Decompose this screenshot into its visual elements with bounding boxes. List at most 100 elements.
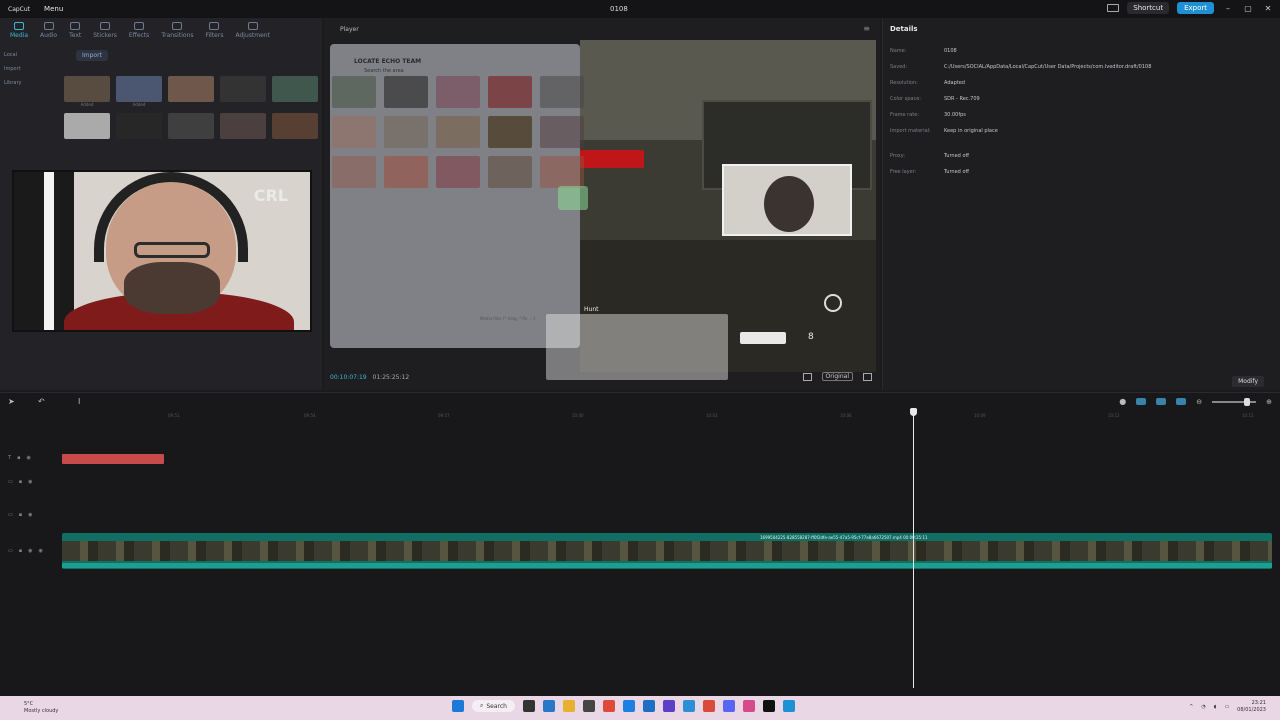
microphone-icon[interactable]: ●: [1119, 397, 1126, 406]
playhead[interactable]: [913, 408, 914, 688]
tab-filters[interactable]: Filters: [205, 22, 223, 40]
file-thumbnail[interactable]: [384, 76, 428, 108]
link-icon[interactable]: [1136, 398, 1147, 405]
onenote-icon[interactable]: [663, 700, 675, 712]
file-thumbnail[interactable]: [488, 116, 532, 148]
visibility-icon[interactable]: ◉: [28, 479, 32, 485]
tab-media[interactable]: Media: [10, 22, 28, 40]
video-clip[interactable]: [62, 533, 1272, 569]
menu-button[interactable]: Menu: [44, 5, 63, 13]
tab-label: Filters: [205, 32, 224, 39]
lock-icon[interactable]: ▪: [19, 548, 22, 554]
file-explorer-icon[interactable]: [563, 700, 575, 712]
maximize-icon[interactable]: ▢: [1242, 4, 1254, 13]
media-item[interactable]: [64, 113, 110, 139]
import-button[interactable]: Import: [76, 50, 108, 61]
close-icon[interactable]: ✕: [1262, 4, 1274, 13]
file-thumbnail[interactable]: [540, 156, 584, 188]
zoom-in-icon[interactable]: ⊕: [1266, 398, 1272, 406]
tab-text[interactable]: Text: [69, 22, 81, 40]
volume-icon[interactable]: ◖: [1214, 704, 1217, 710]
file-thumbnail[interactable]: [332, 116, 376, 148]
text-clip[interactable]: [62, 454, 164, 464]
magnet-icon[interactable]: [1156, 398, 1167, 405]
preview-axis-icon[interactable]: [1176, 398, 1187, 405]
file-thumbnail[interactable]: [436, 116, 480, 148]
ratio-button[interactable]: Original: [821, 372, 853, 381]
media-item[interactable]: Added: [64, 76, 110, 107]
audio-icon[interactable]: ◉: [39, 548, 43, 554]
more-icon[interactable]: ≡: [863, 24, 870, 33]
weather-widget[interactable]: 5°C Mostly cloudy: [24, 701, 58, 715]
chevron-up-icon[interactable]: ^: [1189, 704, 1193, 710]
file-thumbnail[interactable]: [488, 156, 532, 188]
sidebar-item-import[interactable]: Import: [4, 66, 56, 72]
lock-icon[interactable]: ▪: [17, 455, 20, 461]
file-thumbnail[interactable]: [332, 156, 376, 188]
file-thumbnail[interactable]: [384, 156, 428, 188]
timeline-ruler[interactable]: 09:51 09:54 09:57 10:00 10:03 10:06 10:0…: [62, 411, 1280, 423]
file-thumbnail[interactable]: [488, 76, 532, 108]
media-item[interactable]: [220, 76, 266, 107]
task-view-icon[interactable]: [523, 700, 535, 712]
crop-icon[interactable]: [802, 372, 812, 381]
lock-icon[interactable]: ▪: [19, 512, 22, 518]
file-type-filter[interactable]: Media files (*.mng, *.flv, ...): [480, 316, 535, 321]
media-item[interactable]: Added: [116, 76, 162, 107]
outlook-icon[interactable]: [643, 700, 655, 712]
app-icon[interactable]: [743, 700, 755, 712]
battery-icon[interactable]: ▭: [1224, 704, 1229, 710]
ruler-tick: 10:00: [572, 413, 584, 418]
tab-transitions[interactable]: Transitions: [161, 22, 193, 40]
file-thumbnail[interactable]: [540, 116, 584, 148]
select-tool-icon[interactable]: ➤: [8, 397, 15, 406]
minimize-icon[interactable]: –: [1222, 4, 1234, 13]
file-thumbnail[interactable]: [332, 76, 376, 108]
widgets-icon[interactable]: [543, 700, 555, 712]
taskbar-search[interactable]: ⌕ Search: [472, 700, 515, 712]
fullscreen-icon[interactable]: [863, 372, 872, 381]
zoom-slider[interactable]: [1212, 397, 1257, 406]
file-thumbnail[interactable]: [436, 156, 480, 188]
sidebar-item-library[interactable]: Library: [4, 80, 56, 86]
todo-icon[interactable]: [623, 700, 635, 712]
track-header: ▭ ▪ ◉: [8, 512, 33, 518]
app-icon[interactable]: [783, 700, 795, 712]
media-item[interactable]: [220, 113, 266, 139]
media-item[interactable]: [116, 113, 162, 139]
undo-icon[interactable]: ↶: [38, 397, 45, 406]
visibility-icon[interactable]: ◉: [28, 512, 32, 518]
app-icon[interactable]: [703, 700, 715, 712]
lock-icon[interactable]: ▪: [19, 479, 22, 485]
visibility-icon[interactable]: ◉: [28, 548, 32, 554]
tab-effects[interactable]: Effects: [129, 22, 149, 40]
capcut-icon[interactable]: [763, 700, 775, 712]
start-icon[interactable]: [452, 700, 464, 712]
visibility-icon[interactable]: ◉: [26, 455, 30, 461]
clock[interactable]: 23:21 08/01/2023: [1237, 700, 1266, 714]
media-item[interactable]: [272, 113, 318, 139]
layout-icon[interactable]: [1107, 4, 1120, 12]
export-button[interactable]: Export: [1177, 2, 1214, 14]
split-icon[interactable]: Ⅰ: [78, 397, 80, 406]
store-icon[interactable]: [583, 700, 595, 712]
media-item[interactable]: [272, 76, 318, 107]
zoom-slider-knob[interactable]: [1244, 397, 1251, 406]
sidebar-item-local[interactable]: Local: [4, 52, 56, 58]
zoom-out-icon[interactable]: ⊖: [1196, 398, 1202, 406]
discord-icon[interactable]: [723, 700, 735, 712]
shortcut-button[interactable]: Shortcut: [1127, 2, 1170, 14]
file-thumbnail[interactable]: [436, 76, 480, 108]
playhead-handle[interactable]: [910, 408, 917, 416]
tab-audio[interactable]: Audio: [40, 22, 57, 40]
media-item[interactable]: [168, 76, 214, 107]
chrome-icon[interactable]: [603, 700, 615, 712]
tab-stickers[interactable]: Stickers: [93, 22, 117, 40]
file-thumbnail[interactable]: [384, 116, 428, 148]
file-thumbnail[interactable]: [540, 76, 584, 108]
edge-icon[interactable]: [683, 700, 695, 712]
modify-button[interactable]: Modify: [1232, 376, 1264, 387]
network-icon[interactable]: ◔: [1201, 704, 1205, 710]
tab-adjustment[interactable]: Adjustment: [235, 22, 270, 40]
media-item[interactable]: [168, 113, 214, 139]
